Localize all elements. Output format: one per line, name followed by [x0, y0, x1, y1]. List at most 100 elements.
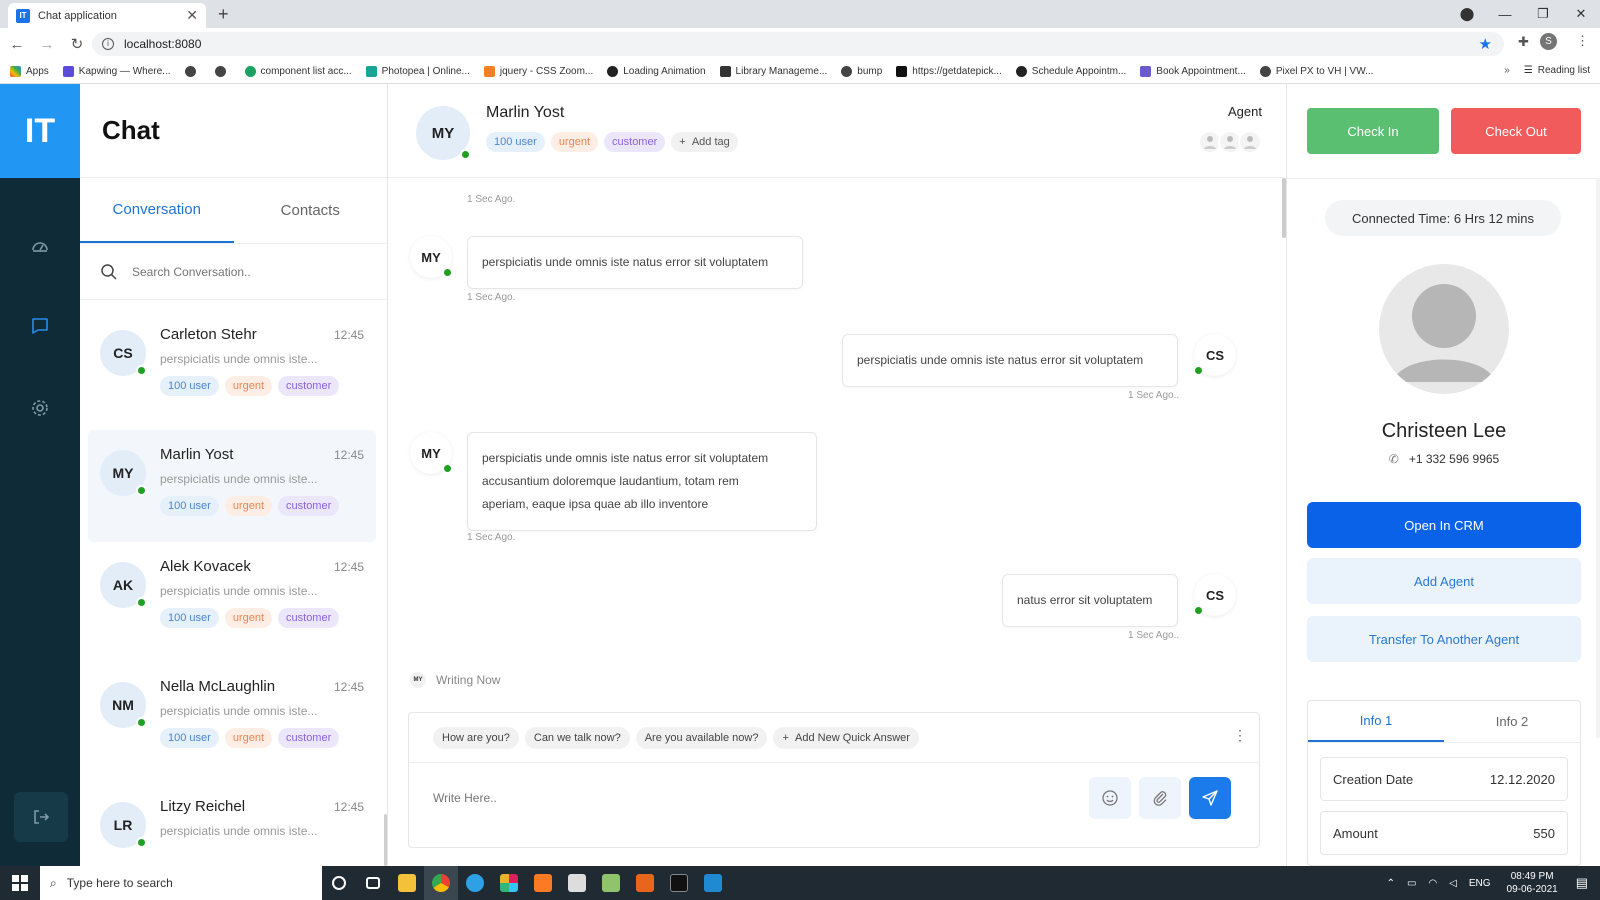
vscode-icon[interactable] [696, 866, 730, 900]
tab-info-1[interactable]: Info 1 [1308, 701, 1444, 742]
tab-info-2[interactable]: Info 2 [1444, 701, 1580, 742]
file-explorer-icon[interactable] [390, 866, 424, 900]
bookmark-globe[interactable] [184, 66, 201, 77]
bookmark-item[interactable]: jquery - CSS Zoom... [483, 66, 593, 77]
list-scrollbar[interactable] [384, 814, 387, 866]
chat-avatar: MY [416, 106, 471, 160]
logout-button[interactable] [14, 792, 68, 842]
language-indicator[interactable]: ENG [1469, 878, 1491, 889]
chat-header: Chat [80, 84, 387, 178]
bookmark-item[interactable]: Photopea | Online... [365, 66, 470, 77]
start-button[interactable] [0, 866, 40, 900]
browser-tab[interactable]: IT Chat application ✕ [8, 3, 206, 28]
extensions-icon[interactable]: ✚ [1518, 34, 1529, 50]
bookmark-item[interactable]: https://getdatepick... [896, 66, 1002, 77]
conversation-item-selected[interactable]: MY Marlin Yost 12:45 perspiciatis unde o… [88, 430, 376, 542]
store-icon[interactable] [560, 866, 594, 900]
add-tag-button[interactable]: + Add tag [671, 132, 738, 152]
typing-text: Writing Now [436, 673, 501, 687]
globe-icon [1259, 66, 1271, 77]
agent-avatar-icon[interactable] [1238, 130, 1262, 154]
user-placeholder-icon [1393, 284, 1495, 382]
chat-tag-list: 100 user urgent customer + Add tag [486, 132, 738, 152]
task-view-icon[interactable] [356, 866, 390, 900]
message-preview: perspiciatis unde omnis iste... [160, 472, 318, 486]
attach-button[interactable] [1139, 777, 1181, 819]
chrome-icon[interactable] [424, 866, 458, 900]
message-input[interactable] [433, 791, 1033, 805]
terminal-icon[interactable] [662, 866, 696, 900]
nav-rail: IT [0, 84, 80, 866]
volume-icon[interactable]: ◁ [1449, 878, 1457, 889]
open-crm-button[interactable]: Open In CRM [1307, 502, 1581, 548]
reading-list-button[interactable]: » ☰ Reading list [1504, 65, 1590, 76]
system-clock[interactable]: 08:49 PM 09-06-2021 [1507, 870, 1558, 896]
profile-menu-icon[interactable]: ⬤ [1448, 6, 1486, 22]
back-button[interactable]: ← [4, 36, 30, 53]
more-options-icon[interactable]: ⋮ [1233, 727, 1247, 744]
bookmarks-bar: Apps Kapwing — Where... component list a… [0, 60, 1600, 84]
cortana-icon[interactable] [322, 866, 356, 900]
omnibox[interactable]: i localhost:8080 ★ [92, 32, 1504, 56]
more-bookmarks-icon[interactable]: » [1504, 65, 1510, 76]
conversation-item[interactable]: LR Litzy Reichel 12:45 perspiciatis unde… [88, 782, 376, 866]
quick-answer-chip[interactable]: Are you available now? [635, 726, 768, 749]
emoji-button[interactable] [1089, 777, 1131, 819]
avatar: AK [100, 562, 147, 608]
taskbar-search[interactable]: ⌕ Type here to search [40, 866, 322, 900]
xampp-icon[interactable] [526, 866, 560, 900]
wifi-icon[interactable]: ◠ [1428, 878, 1437, 889]
quick-answer-chip[interactable]: How are you? [433, 726, 519, 749]
bookmark-item[interactable]: component list acc... [244, 66, 352, 77]
tray-chevron-icon[interactable]: ⌃ [1387, 878, 1395, 889]
bookmark-item[interactable]: Library Manageme... [719, 66, 827, 77]
add-agent-button[interactable]: Add Agent [1307, 558, 1581, 604]
send-button[interactable] [1189, 777, 1231, 819]
bookmark-item[interactable]: Schedule Appointm... [1015, 66, 1126, 77]
avatar: LR [100, 802, 147, 848]
browser-menu-icon[interactable]: ⋮ [1576, 33, 1589, 49]
search-input[interactable] [132, 264, 352, 279]
new-tab-button[interactable]: + [218, 4, 229, 25]
info-label: Amount [1333, 825, 1378, 841]
info-value: 12.12.2020 [1489, 771, 1555, 787]
close-tab-icon[interactable]: ✕ [186, 7, 198, 24]
notifications-icon[interactable]: ▤ [1576, 875, 1588, 891]
schedule-icon [1015, 66, 1027, 77]
forward-button[interactable]: → [34, 36, 60, 53]
add-quick-answer-button[interactable]: + Add New Quick Answer [773, 726, 919, 749]
chat-nav-icon[interactable] [28, 314, 52, 338]
conversation-item[interactable]: CS Carleton Stehr 12:45 perspiciatis und… [88, 310, 376, 422]
settings-gear-icon[interactable] [28, 396, 52, 420]
bookmark-star-icon[interactable]: ★ [1479, 35, 1492, 53]
check-in-button[interactable]: Check In [1307, 108, 1439, 154]
conversation-item[interactable]: AK Alek Kovacek 12:45 perspiciatis unde … [88, 542, 376, 654]
dashboard-icon[interactable] [28, 234, 52, 258]
side-scrollbar[interactable] [1596, 178, 1600, 738]
maximize-button[interactable]: ❐ [1524, 6, 1562, 22]
close-window-button[interactable]: ✕ [1562, 6, 1600, 22]
tab-conversation[interactable]: Conversation [80, 178, 234, 243]
check-out-button[interactable]: Check Out [1451, 108, 1581, 154]
bookmark-globe[interactable] [214, 66, 231, 77]
bookmark-item[interactable]: Loading Animation [607, 66, 706, 77]
transfer-agent-button[interactable]: Transfer To Another Agent [1307, 616, 1581, 662]
search-icon: ⌕ [50, 875, 57, 890]
battery-icon[interactable]: ▭ [1407, 878, 1416, 889]
site-info-icon[interactable]: i [102, 38, 114, 50]
notepad-icon[interactable] [594, 866, 628, 900]
profile-avatar[interactable]: S [1540, 33, 1557, 50]
conversation-item[interactable]: NM Nella McLaughlin 12:45 perspiciatis u… [88, 662, 376, 774]
bookmark-apps[interactable]: Apps [10, 66, 49, 77]
tab-contacts[interactable]: Contacts [234, 178, 388, 243]
bookmark-item[interactable]: Pixel PX to VH | VW... [1259, 66, 1373, 77]
bookmark-item[interactable]: bump [841, 66, 882, 77]
slack-icon[interactable] [492, 866, 526, 900]
quick-answer-chip[interactable]: Can we talk now? [524, 726, 630, 749]
minimize-button[interactable]: — [1486, 7, 1524, 22]
edge-icon[interactable] [458, 866, 492, 900]
reload-button[interactable]: ↻ [64, 35, 90, 53]
heidisql-icon[interactable] [628, 866, 662, 900]
bookmark-item[interactable]: Kapwing — Where... [62, 66, 171, 77]
bookmark-item[interactable]: Book Appointment... [1140, 66, 1246, 77]
